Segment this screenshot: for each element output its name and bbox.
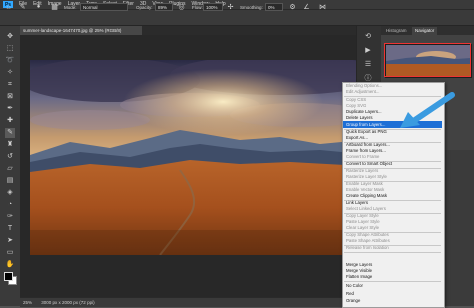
- properties-icon[interactable]: ☰: [363, 60, 373, 70]
- menu-item-no-color[interactable]: No Color: [346, 283, 363, 289]
- eraser-tool-icon[interactable]: ▱: [5, 164, 15, 174]
- hand-tool-icon[interactable]: ✋: [5, 260, 15, 270]
- menu-item-flatten-image[interactable]: Flatten Image: [346, 274, 372, 280]
- flow-field[interactable]: 100%: [203, 3, 223, 11]
- type-tool-icon[interactable]: T: [5, 224, 15, 234]
- path-selection-tool-icon[interactable]: ➤: [5, 236, 15, 246]
- gradient-tool-icon[interactable]: ▤: [5, 176, 15, 186]
- actions-play-icon[interactable]: ▶: [363, 46, 373, 56]
- smoothing-settings-icon[interactable]: ⚙: [288, 3, 297, 12]
- clone-stamp-tool-icon[interactable]: ♜: [5, 140, 15, 150]
- opacity-label: Opacity:: [136, 5, 153, 10]
- smoothing-label: Smoothing:: [240, 5, 263, 10]
- blur-tool-icon[interactable]: ◈: [5, 188, 15, 198]
- menu-separator: [344, 251, 441, 253]
- menu-item-release-from-isolation[interactable]: Release from Isolation: [346, 245, 389, 251]
- tab-navigator[interactable]: Navigator: [412, 27, 438, 35]
- document-info: 3000 px x 2000 px (72 ppi): [41, 300, 95, 305]
- pointer-arrow-icon: [400, 92, 455, 128]
- crop-tool-icon[interactable]: ⌗: [5, 80, 15, 90]
- eyedropper-tool-icon[interactable]: ✒: [5, 104, 15, 114]
- history-brush-tool-icon[interactable]: ↺: [5, 152, 15, 162]
- rectangle-tool-icon[interactable]: ▭: [5, 248, 15, 258]
- menu-item-paste-shape-attributes[interactable]: Paste Shape Attributes: [346, 238, 390, 244]
- home-icon[interactable]: ⌂: [4, 3, 13, 12]
- landscape-photo-graphic: [30, 60, 363, 255]
- menu-item-delete-layers[interactable]: Delete Layers: [346, 115, 373, 121]
- opacity-field[interactable]: 89%: [155, 3, 173, 11]
- symmetry-icon[interactable]: ⋈: [318, 3, 327, 12]
- navigator-view-box[interactable]: [384, 43, 471, 77]
- document-tab[interactable]: summer-landscape-1647470.jpg @ 25% (RGB/…: [20, 26, 142, 35]
- brush-size-icon[interactable]: ●: [34, 3, 43, 12]
- frame-tool-icon[interactable]: ⊠: [5, 92, 15, 102]
- menu-item-export-as[interactable]: Export As...: [346, 135, 368, 141]
- brush-settings-icon[interactable]: ▦: [50, 3, 59, 12]
- tab-histogram[interactable]: Histogram: [386, 27, 407, 35]
- mode-select[interactable]: Normal: [80, 3, 128, 11]
- menu-item-orange[interactable]: Orange: [346, 298, 360, 304]
- smoothing-field[interactable]: 0%: [265, 3, 283, 11]
- dodge-tool-icon[interactable]: ◔: [5, 200, 15, 210]
- menu-item-convert-to-frame[interactable]: Convert to Frame: [346, 154, 379, 160]
- menu-item-convert-smart-object[interactable]: Convert to Smart Object: [346, 161, 392, 167]
- landscape-photo[interactable]: [30, 60, 363, 255]
- menu-item-edit-adjustment[interactable]: Edit Adjustment...: [346, 89, 379, 95]
- quick-select-tool-icon[interactable]: ✧: [5, 68, 15, 78]
- marquee-tool-icon[interactable]: ⬚: [5, 44, 15, 54]
- brush-tool-active-icon[interactable]: ✎: [5, 128, 15, 138]
- brush-tool-icon[interactable]: ✎: [18, 3, 27, 12]
- mode-label: Mode:: [64, 5, 77, 10]
- lasso-tool-icon[interactable]: ➰: [5, 56, 15, 66]
- menu-item-clear-layer-style[interactable]: Clear Layer Style: [346, 225, 379, 231]
- options-bar: [0, 10, 474, 26]
- flow-label: Flow:: [192, 5, 203, 10]
- menu-item-group-from-layers[interactable]: Group from Layers...: [346, 122, 385, 128]
- healing-brush-tool-icon[interactable]: ✚: [5, 116, 15, 126]
- angle-icon[interactable]: ∠: [302, 3, 311, 12]
- foreground-color-swatch[interactable]: [4, 272, 13, 281]
- zoom-level[interactable]: 25%: [23, 300, 32, 305]
- pen-tool-icon[interactable]: ✑: [5, 212, 15, 222]
- pressure-opacity-icon[interactable]: ◎: [177, 3, 186, 12]
- menu-item-create-clipping-mask[interactable]: Create Clipping Mask: [346, 193, 387, 199]
- menu-item-red[interactable]: Red: [346, 291, 354, 297]
- history-icon[interactable]: ⟲: [363, 32, 373, 42]
- airbrush-icon[interactable]: ✢: [226, 3, 235, 12]
- menu-item-select-linked-layers[interactable]: Select Linked Layers: [346, 206, 386, 212]
- menu-item-rasterize-layer-style[interactable]: Rasterize Layer Style: [346, 174, 387, 180]
- menu-separator: [344, 280, 441, 282]
- move-tool-icon[interactable]: ✥: [5, 32, 15, 42]
